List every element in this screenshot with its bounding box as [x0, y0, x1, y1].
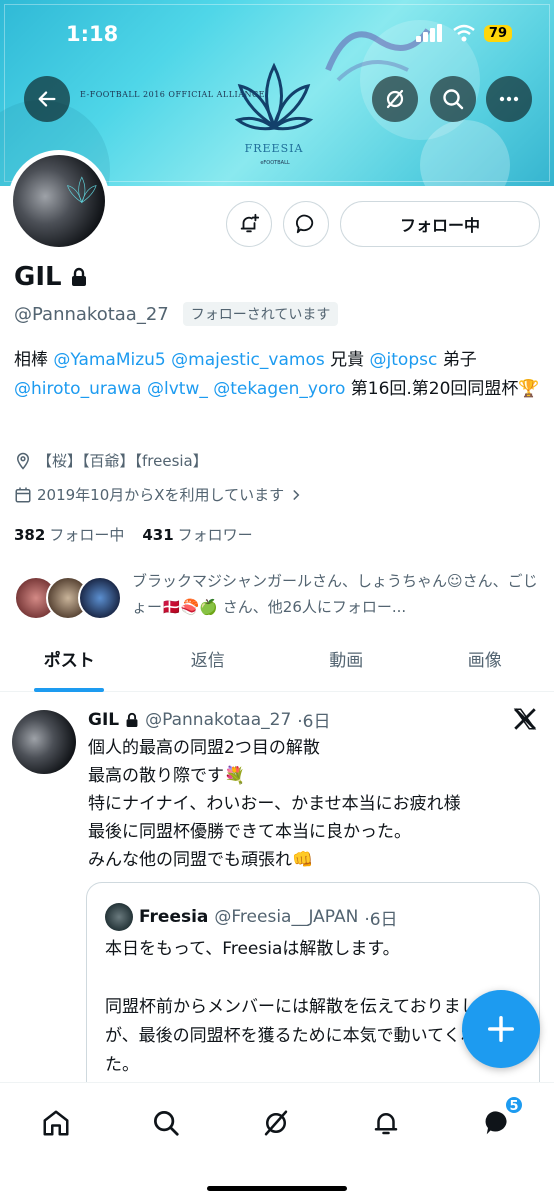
post-time: ·6日 [297, 712, 331, 732]
tab-replies[interactable]: 返信 [139, 636, 278, 691]
banner-rune-graphic [325, 28, 431, 82]
banner-sub-text: eFOOTBALL [260, 160, 290, 166]
bio-text: 相棒 [14, 350, 54, 370]
post-avatar[interactable] [12, 710, 76, 774]
nav-explore[interactable] [146, 1103, 186, 1143]
freesia-flower-logo [234, 62, 314, 131]
location-pin-icon [16, 452, 30, 470]
bio-mention-link[interactable]: @tekagen_yoro [213, 379, 345, 399]
avatar-image [13, 155, 105, 247]
followers-label: フォロワー [177, 526, 253, 544]
more-icon [499, 96, 519, 102]
avatar-flower-mark [67, 176, 97, 204]
known-followers-text: ブラックマジシャンガールさん、しょうちゃん☺︎さん、ごじょー🇩🇰🍣🍏 さん、他2… [132, 572, 538, 616]
more-button[interactable] [486, 76, 532, 122]
chat-bubble-icon [296, 214, 314, 234]
status-time: 1:18 [66, 22, 119, 46]
profile-handle: @Pannakotaa_27 [14, 303, 169, 325]
profile-joined: 2019年10月からXを利用しています [37, 486, 285, 504]
cellular-signal-icon [415, 24, 442, 42]
following-count: 382 [14, 526, 46, 544]
x-logo-icon [513, 708, 537, 730]
tab-videos[interactable]: 動画 [277, 636, 416, 691]
tab-posts[interactable]: ポスト [0, 636, 139, 692]
tab-images[interactable]: 画像 [416, 636, 554, 691]
post-line: 個人的最高の同盟2つ目の解散 [88, 738, 320, 758]
home-icon [43, 1110, 69, 1136]
chevron-right-icon [293, 489, 300, 500]
following-label: フォロー中 [49, 526, 125, 544]
profile-name-row: GIL [14, 262, 88, 292]
follows-you-badge: フォロー​されています [182, 302, 339, 326]
plus-icon [488, 1016, 514, 1042]
follow-counts: 382 フォロー中 431 フォロワー [14, 524, 253, 545]
bio-text: 兄貴 [324, 350, 370, 370]
followers-count: 431 [142, 526, 174, 544]
grok-icon [386, 89, 404, 109]
quote-avatar [105, 903, 133, 931]
calendar-icon [15, 487, 31, 502]
grok-button[interactable] [372, 76, 418, 122]
grok-icon [264, 1110, 288, 1136]
search-icon [154, 1111, 179, 1136]
home-indicator [207, 1186, 347, 1191]
compose-post-button[interactable] [462, 990, 540, 1068]
quote-author-name: Freesia [139, 907, 209, 927]
post-author-handle: @Pannakotaa_27 [145, 709, 292, 730]
wifi-icon [453, 24, 475, 42]
joined-row[interactable]: 2019年10月からXを利用しています [14, 484, 303, 505]
search-button[interactable] [430, 76, 476, 122]
known-followers[interactable]: ブラックマジシャンガールさん、しょうちゃん☺︎さん、ごじょー🇩🇰🍣🍏 さん、他2… [14, 568, 544, 624]
location-row: 【桜】【百爺】【freesia】 [14, 450, 208, 471]
banner-brand-text: FREESIA [244, 142, 304, 155]
bio-mention-link[interactable]: @majestic_vamos [171, 350, 325, 370]
back-button[interactable] [24, 76, 70, 122]
post-line: 最後に同盟杯優勝できて本当に良かった。 [88, 822, 411, 842]
bio-mention-link[interactable]: @YamaMizu5 [53, 350, 165, 370]
lock-icon [126, 712, 138, 727]
nav-messages[interactable]: 5 [478, 1095, 524, 1143]
profile-tabs: ポスト 返信 動画 画像 [0, 636, 554, 692]
post-line: みんな他の同盟でも頑張れ👊 [88, 850, 314, 870]
post-author-name[interactable]: GIL [88, 710, 119, 730]
followers-link[interactable]: 431 フォロワー [142, 524, 252, 545]
quote-author-handle: @Freesia__JAPAN [214, 907, 359, 927]
following-link[interactable]: 382 フォロー中 [14, 524, 124, 545]
nav-home[interactable] [36, 1103, 76, 1143]
post-line: 最高の散り際です💐 [88, 766, 246, 786]
message-button[interactable] [283, 201, 329, 247]
status-icons: 79 [415, 24, 512, 42]
nav-notifications[interactable] [366, 1103, 406, 1143]
bell-icon [374, 1113, 398, 1135]
bio-mention-link[interactable]: @hiroto_urawa [14, 379, 142, 399]
notify-bell-button[interactable] [226, 201, 272, 247]
profile-name: GIL [14, 262, 62, 292]
nav-grok[interactable] [256, 1103, 296, 1143]
quote-header: Freesia @Freesia__JAPAN ·6日 [105, 903, 398, 931]
bottom-navigation: 5 [0, 1082, 554, 1200]
bell-plus-icon [240, 213, 260, 233]
handle-row: @Pannakotaa_27 フォロー​されています [14, 302, 339, 326]
battery-level: 79 [483, 24, 512, 42]
bio-mention-link[interactable]: @jtopsc [370, 350, 438, 370]
profile-avatar[interactable] [8, 150, 110, 252]
bio-text: 第16回.第20回同盟杯🏆 [345, 379, 540, 399]
following-button[interactable]: フォロー中 [340, 201, 540, 247]
post-line: 特にナイナイ、わいおー、かませ本当にお疲れ様 [88, 794, 461, 814]
post-header: GIL @Pannakotaa_27 ·6日 [88, 707, 331, 733]
search-icon [443, 89, 464, 110]
post-text: 個人的最高の同盟2つ目の解散 最高の散り際です💐 特にナイナイ、わいおー、かませ… [88, 734, 538, 874]
bio-mention-link[interactable]: @lvtw_ [147, 379, 208, 399]
quote-time: ·6日 [364, 909, 398, 930]
bio-text: 弟子 [437, 350, 477, 370]
messages-badge: 5 [504, 1095, 524, 1115]
back-arrow-icon [38, 91, 56, 107]
profile-bio: 相棒 @YamaMizu5 @majestic_vamos 兄貴 @jtopsc… [14, 346, 544, 404]
follower-avatar [78, 576, 122, 620]
profile-location: 【桜】【百爺】【freesia】 [37, 452, 208, 470]
lock-icon [71, 267, 86, 286]
